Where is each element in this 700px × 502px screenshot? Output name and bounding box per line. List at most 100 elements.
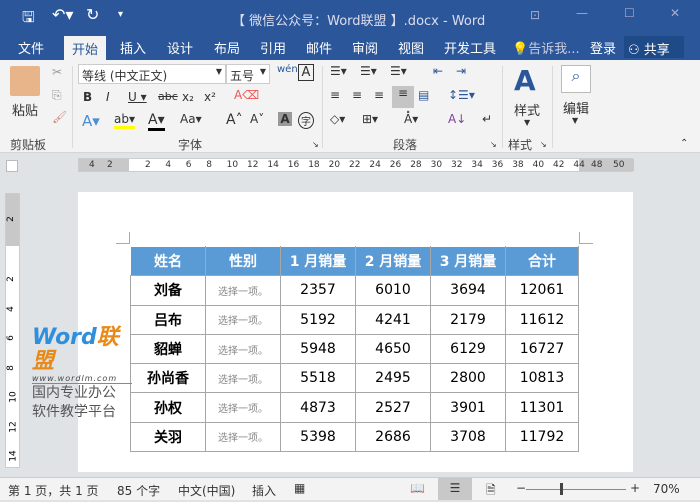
align-left-icon[interactable]: ≡ <box>330 88 340 102</box>
gender-dropdown[interactable]: 选择一项。 <box>205 333 281 365</box>
tab-review[interactable]: 审阅 <box>352 38 378 57</box>
tab-view[interactable]: 视图 <box>398 38 424 57</box>
text-effects-icon[interactable]: A▾ <box>82 112 100 130</box>
tell-me-box[interactable]: 💡告诉我... <box>512 38 580 57</box>
print-layout-icon[interactable]: ☰ <box>438 478 472 500</box>
paste-button[interactable]: 粘贴 <box>12 100 38 119</box>
increase-indent-icon[interactable]: ⇥ <box>456 64 466 78</box>
tab-layout[interactable]: 布局 <box>214 38 240 57</box>
char-shading-icon[interactable]: A <box>278 112 292 126</box>
close-button[interactable]: ✕ <box>670 6 680 20</box>
tab-selector[interactable] <box>6 160 18 172</box>
char-border-icon[interactable]: A <box>298 64 314 81</box>
tab-home[interactable]: 开始 <box>64 36 107 60</box>
gender-dropdown[interactable]: 选择一项。 <box>205 392 281 423</box>
decrease-indent-icon[interactable]: ⇤ <box>433 64 443 78</box>
macro-icon[interactable]: ▦ <box>294 481 305 495</box>
ruler-tick: 4 <box>165 160 172 170</box>
tab-insert[interactable]: 插入 <box>120 38 146 57</box>
font-color-icon[interactable]: A▾ <box>148 112 165 131</box>
read-mode-icon[interactable]: 📖 <box>410 481 425 495</box>
bullets-icon[interactable]: ☰▾ <box>330 64 347 78</box>
editing-dropdown-icon[interactable]: ▼ <box>572 116 578 125</box>
underline-icon[interactable]: U ▾ <box>128 90 147 104</box>
collapse-ribbon-icon[interactable]: ⌃ <box>680 138 688 149</box>
borders-icon[interactable]: ⊞▾ <box>362 112 378 126</box>
maximize-button[interactable]: ☐ <box>624 6 635 20</box>
zoom-slider-thumb[interactable] <box>560 483 563 495</box>
enclose-char-icon[interactable]: 字 <box>298 112 314 129</box>
zoom-out-button[interactable]: − <box>516 481 526 495</box>
numbering-icon[interactable]: ☰▾ <box>360 64 377 78</box>
shrink-font-icon[interactable]: A˅ <box>250 112 264 126</box>
login-link[interactable]: 登录 <box>590 38 616 57</box>
tab-file[interactable]: 文件 <box>18 38 44 57</box>
undo-icon[interactable]: ↶▾ <box>52 5 73 24</box>
zoom-in-button[interactable]: + <box>630 481 640 495</box>
page-count[interactable]: 第 1 页，共 1 页 <box>8 482 99 499</box>
superscript-icon[interactable]: x² <box>204 90 216 104</box>
editing-button[interactable]: 编辑 <box>563 98 589 117</box>
language[interactable]: 中文(中国) <box>178 482 235 499</box>
phonetic-guide-icon[interactable]: wén <box>277 64 298 75</box>
gender-dropdown[interactable]: 选择一项。 <box>205 421 281 453</box>
ribbon-display-icon[interactable]: ⊡ <box>530 8 540 22</box>
minimize-button[interactable]: — <box>576 6 588 20</box>
paste-icon[interactable] <box>10 66 40 96</box>
tab-mailings[interactable]: 邮件 <box>306 38 332 57</box>
align-center-icon[interactable]: ≡ <box>352 88 362 102</box>
sort-icon[interactable]: A↓ <box>448 112 466 126</box>
zoom-level[interactable]: 70% <box>653 482 680 496</box>
grow-font-icon[interactable]: A˄ <box>226 112 243 128</box>
gender-dropdown[interactable]: 选择一项。 <box>205 275 281 306</box>
ruler-tick: 42 <box>553 160 565 170</box>
styles-icon[interactable]: A <box>514 64 536 97</box>
highlight-icon[interactable]: ab▾ <box>114 112 135 129</box>
gender-dropdown[interactable]: 选择一项。 <box>205 304 281 335</box>
search-icon[interactable]: ⌕ <box>561 65 591 93</box>
line-spacing-icon[interactable]: ↕☰▾ <box>448 88 475 102</box>
copy-icon[interactable]: ⎘ <box>52 88 62 103</box>
font-size-value: 五号 <box>230 69 255 83</box>
table-cell: 5518 <box>280 363 356 394</box>
tab-references[interactable]: 引用 <box>260 38 286 57</box>
clear-format-icon[interactable]: A⌫ <box>234 88 259 102</box>
tab-developer[interactable]: 开发工具 <box>444 38 496 57</box>
cut-icon[interactable]: ✂ <box>52 65 62 79</box>
paragraph-dialog-launcher[interactable]: ↘ <box>490 140 497 149</box>
bold-icon[interactable]: B <box>83 90 92 104</box>
shading-icon[interactable]: ◇▾ <box>330 112 345 126</box>
styles-dialog-launcher[interactable]: ↘ <box>540 140 547 149</box>
vertical-ruler[interactable]: 2 2 4 6 8 10 12 14 <box>5 193 20 468</box>
redo-icon[interactable]: ↻ <box>86 5 99 24</box>
styles-dropdown-icon[interactable]: ▼ <box>524 118 530 127</box>
customize-icon[interactable]: ▾ <box>118 9 123 20</box>
ruler-tick: 2 <box>107 160 113 170</box>
table-cell: 2686 <box>355 421 431 453</box>
lightbulb-icon: 💡 <box>512 42 529 57</box>
font-name-select[interactable]: 等线 (中文正文) ▼ <box>78 64 226 84</box>
change-case-icon[interactable]: Aa▾ <box>180 112 202 126</box>
font-dialog-launcher[interactable]: ↘ <box>312 140 319 149</box>
share-button[interactable]: ⚇ 共享 <box>624 36 684 58</box>
gender-dropdown[interactable]: 选择一项。 <box>205 363 281 394</box>
horizontal-ruler[interactable]: 4 2 2 4 6 8 10 12 14 16 18 20 22 24 26 28 30 32 34 36 38 40… <box>78 158 634 172</box>
multilevel-list-icon[interactable]: ☰▾ <box>390 64 407 78</box>
italic-icon[interactable]: I <box>106 90 110 104</box>
save-icon[interactable]: 🖫 <box>22 7 35 32</box>
strikethrough-icon[interactable]: abc <box>158 90 178 103</box>
asian-layout-icon[interactable]: A̽▾ <box>404 112 418 126</box>
zoom-slider[interactable] <box>526 489 626 490</box>
align-right-icon[interactable]: ≡ <box>374 88 384 102</box>
show-marks-icon[interactable]: ↵ <box>482 112 492 126</box>
web-layout-icon[interactable]: 🗎 <box>486 481 496 502</box>
justify-icon[interactable]: ≡ <box>392 86 414 108</box>
tab-design[interactable]: 设计 <box>167 38 193 57</box>
word-count[interactable]: 85 个字 <box>117 482 160 499</box>
styles-button[interactable]: 样式 <box>514 100 540 119</box>
insert-mode[interactable]: 插入 <box>252 482 276 499</box>
format-painter-icon[interactable]: 🖌 <box>52 110 67 124</box>
font-size-select[interactable]: 五号 ▼ <box>226 64 270 84</box>
subscript-icon[interactable]: x₂ <box>182 90 194 104</box>
distributed-icon[interactable]: ▤ <box>418 88 429 102</box>
